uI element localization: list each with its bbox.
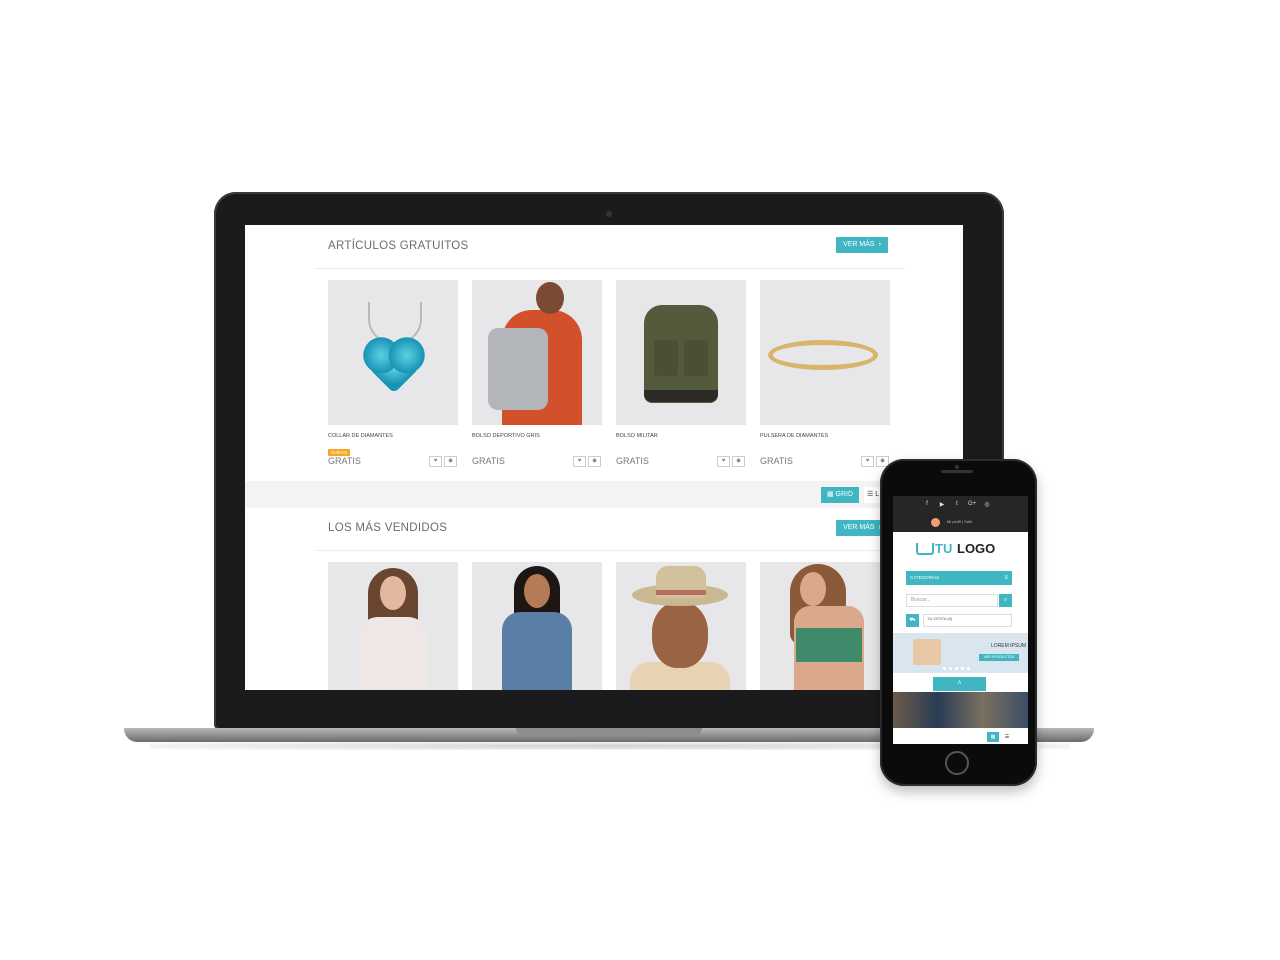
product-image[interactable] <box>328 280 458 425</box>
categories-button[interactable]: CATEGORÍAS ≡ <box>906 571 1012 585</box>
product-image[interactable] <box>472 562 602 690</box>
product-name[interactable]: PULSERA DE DIAMANTES <box>760 433 890 441</box>
product-card[interactable]: BOLSO DEPORTIVO GRIS GRATIS ♥ ◆ <box>472 280 602 467</box>
banner-title: LOREM IPSUM <box>991 643 1027 649</box>
person-head <box>536 282 564 314</box>
product-name[interactable]: BOLSO DEPORTIVO GRIS <box>472 433 602 441</box>
heart-icon[interactable]: ♥ <box>429 456 442 467</box>
bag-pocket <box>654 340 678 376</box>
product-price: GRATIS <box>616 456 649 466</box>
heart-icon[interactable]: ♥ <box>717 456 730 467</box>
laptop-screen: ARTÍCULOS GRATUITOS VER MÁS › COLLAR DE D… <box>245 225 963 690</box>
product-card[interactable]: BOLSO MILITAR GRATIS ♥ ◆ <box>616 280 746 467</box>
chevron-right-icon: › <box>878 241 881 248</box>
youtube-icon[interactable]: ▶ <box>938 501 946 508</box>
phone-home-button[interactable] <box>945 751 969 775</box>
diamond-icon[interactable]: ◆ <box>732 456 745 467</box>
denim-top <box>502 612 572 690</box>
phone-screen: f ▶ t G+ ◎ Mi perfil | Salir TU LOGO CAT… <box>893 496 1028 744</box>
list-icon: ☰ <box>867 491 876 498</box>
laptop-camera <box>606 211 612 217</box>
product-price: GRATIS <box>760 456 793 466</box>
menu-icon: ≡ <box>1004 575 1008 581</box>
logo-part1: TU <box>935 541 953 556</box>
grid-label: GRID <box>835 491 854 498</box>
grid-view-button[interactable]: ▦ GRID <box>821 487 859 503</box>
store-image <box>893 692 1028 728</box>
model-face <box>524 574 550 608</box>
profile-links[interactable]: Mi perfil | Salir <box>947 519 972 524</box>
list-label: L <box>875 491 880 498</box>
social-icons: f ▶ t G+ ◎ <box>923 501 991 508</box>
product-name[interactable]: COLLAR DE DIAMANTES <box>328 433 458 441</box>
cart-summary[interactable]: TU CESTA (0) <box>923 614 1012 627</box>
model-face <box>380 576 406 610</box>
avatar[interactable] <box>931 518 940 527</box>
product-image[interactable] <box>616 562 746 690</box>
section-title-free: ARTÍCULOS GRATUITOS <box>328 240 469 252</box>
product-price: GRATIS <box>328 456 361 466</box>
product-price: GRATIS <box>472 456 505 466</box>
cart-icon[interactable]: ⛟ <box>906 614 919 627</box>
instagram-icon[interactable]: ◎ <box>983 501 991 508</box>
bag-bottom <box>644 390 718 402</box>
product-image[interactable] <box>472 280 602 425</box>
product-card[interactable] <box>760 562 890 690</box>
phone-speaker <box>941 470 973 473</box>
product-name[interactable]: BOLSO MILITAR <box>616 433 746 441</box>
phone-topbar: f ▶ t G+ ◎ Mi perfil | Salir <box>893 496 1028 532</box>
bracelet <box>768 340 878 370</box>
search-icon[interactable]: ⌕ <box>999 594 1012 607</box>
product-card[interactable]: COLLAR DE DIAMANTES NUEVO GRATIS ♥ ◆ <box>328 280 458 467</box>
logo-part2: LOGO <box>957 541 996 556</box>
product-card[interactable]: PULSERA DE DIAMANTES GRATIS ♥ ◆ <box>760 280 890 467</box>
hero-banner: LOREM IPSUM VER PRODUCTOS <box>893 633 1028 673</box>
bag-pocket <box>684 340 708 376</box>
product-card[interactable] <box>328 562 458 690</box>
product-card[interactable] <box>616 562 746 690</box>
grid-view-button[interactable]: ▦ <box>987 732 999 742</box>
section-title-bestsellers: LOS MÁS VENDIDOS <box>328 522 448 534</box>
diamond-icon[interactable]: ◆ <box>444 456 457 467</box>
facebook-icon[interactable]: f <box>923 501 931 508</box>
heart-pendant <box>368 342 420 394</box>
floral-dress <box>358 617 428 690</box>
grid-icon: ▦ <box>826 491 836 498</box>
heart-icon[interactable]: ♥ <box>573 456 586 467</box>
product-card[interactable] <box>472 562 602 690</box>
banner-image <box>913 639 941 665</box>
cart-logo-icon <box>916 543 934 555</box>
product-image[interactable] <box>616 280 746 425</box>
phone-camera <box>955 465 959 469</box>
search-input[interactable]: Buscar... <box>906 594 998 607</box>
ver-mas-label: VER MÁS <box>843 241 875 248</box>
chevron-up-icon[interactable]: ˄ <box>933 677 986 691</box>
twitter-icon[interactable]: t <box>953 501 961 508</box>
list-view-button[interactable]: ☰ <box>1001 732 1013 742</box>
green-top <box>796 628 862 662</box>
banner-button[interactable]: VER PRODUCTOS <box>979 654 1019 661</box>
carousel-dots[interactable] <box>943 667 970 670</box>
googleplus-icon[interactable]: G+ <box>968 501 976 508</box>
new-badge: NUEVO <box>328 449 351 456</box>
man-face <box>652 602 708 668</box>
diamond-icon[interactable]: ◆ <box>588 456 601 467</box>
hat-band <box>656 590 706 595</box>
categories-label: CATEGORÍAS <box>910 575 940 580</box>
product-image[interactable] <box>328 562 458 690</box>
site-logo[interactable]: TU LOGO <box>916 540 1006 558</box>
laptop-notch <box>516 728 702 735</box>
ver-mas-label: VER MÁS <box>843 524 875 531</box>
divider <box>315 550 905 551</box>
grey-backpack <box>488 328 548 410</box>
divider <box>315 268 905 269</box>
model-face <box>800 572 826 606</box>
ver-mas-button-free[interactable]: VER MÁS › <box>836 237 888 253</box>
product-image[interactable] <box>760 562 890 690</box>
heart-icon[interactable]: ♥ <box>861 456 874 467</box>
product-image[interactable] <box>760 280 890 425</box>
